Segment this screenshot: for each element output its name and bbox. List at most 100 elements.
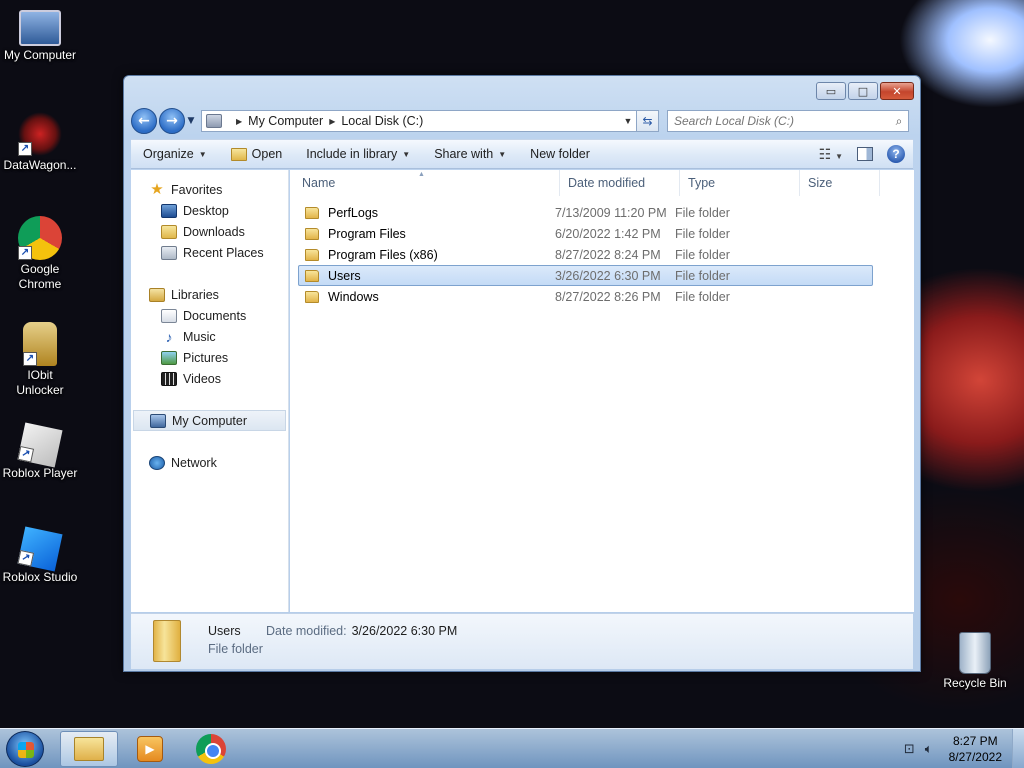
speaker-icon[interactable]: 🔈︎	[925, 742, 933, 757]
desktop-icon-recycle-bin[interactable]: Recycle Bin	[935, 632, 1015, 691]
file-list: ▲ Name Date modified Type Size PerfLogs …	[290, 170, 914, 612]
file-date: 8/27/2022 8:24 PM	[555, 247, 661, 262]
file-row-perflogs[interactable]: PerfLogs 7/13/2009 11:20 PM File folder	[298, 202, 873, 223]
view-options-icon[interactable]: ☷ ▼	[819, 146, 843, 163]
file-type: File folder	[675, 289, 730, 304]
minimize-button[interactable]: ▭	[816, 82, 846, 100]
column-type[interactable]: Type	[680, 170, 800, 196]
drive-icon	[206, 114, 222, 128]
chrome-icon: ↗	[18, 216, 62, 260]
file-row-windows[interactable]: Windows 8/27/2022 8:26 PM File folder	[298, 286, 873, 307]
nav-recent-places[interactable]: Recent Places	[131, 242, 288, 263]
back-button[interactable]: ←	[131, 108, 157, 134]
desktop-icon-datawagon[interactable]: ↗ DataWagon...	[0, 112, 80, 173]
address-bar[interactable]: ▶ My Computer ▶ Local Disk (C:) ▼	[201, 110, 637, 132]
new-folder-button[interactable]: New folder	[518, 140, 602, 168]
music-note-icon: ♪	[165, 328, 173, 345]
desktop-icon-google-chrome[interactable]: ↗ Google Chrome	[0, 216, 80, 292]
open-button[interactable]: Open	[219, 140, 295, 168]
nav-libraries[interactable]: Libraries	[131, 284, 288, 305]
roblox-icon: ↗	[17, 422, 63, 468]
file-row-program-files[interactable]: Program Files 6/20/2022 1:42 PM File fol…	[298, 223, 873, 244]
recycle-bin-icon	[959, 632, 991, 674]
nav-label: Videos	[183, 371, 221, 386]
desktop-icon-iobit-unlocker[interactable]: ↗ IObit Unlocker	[0, 322, 80, 398]
preview-pane-icon[interactable]	[857, 147, 873, 161]
taskbar-media-player-button[interactable]: ▶	[121, 731, 179, 767]
file-row-program-files-x86[interactable]: Program Files (x86) 8/27/2022 8:24 PM Fi…	[298, 244, 873, 265]
file-date: 8/27/2022 8:26 PM	[555, 289, 661, 304]
help-icon[interactable]: ?	[887, 145, 905, 163]
desktop-icon-roblox-player[interactable]: ↗ Roblox Player	[0, 422, 80, 481]
documents-icon	[161, 308, 177, 323]
search-input[interactable]	[674, 114, 890, 128]
file-type: File folder	[675, 247, 730, 262]
chevron-right-icon[interactable]: ▶	[236, 117, 242, 126]
computer-icon	[19, 10, 61, 46]
media-player-icon: ▶	[137, 736, 163, 762]
taskbar-explorer-button[interactable]	[60, 731, 118, 767]
nav-videos[interactable]: Videos	[131, 368, 288, 389]
maximize-button[interactable]: □	[848, 82, 878, 100]
taskbar: ▶ ⊡ 🔈︎ 8:27 PM 8/27/2022	[0, 728, 1024, 768]
chevron-down-icon: ▼	[498, 149, 507, 159]
desktop-icon-roblox-studio[interactable]: ↗ Roblox Studio	[0, 526, 80, 585]
column-label: Type	[688, 176, 716, 190]
chevron-down-icon: ▼	[198, 149, 207, 159]
file-name-cell: PerfLogs	[299, 206, 555, 220]
breadcrumb-my-computer[interactable]: My Computer	[248, 114, 323, 128]
open-label: Open	[251, 147, 283, 161]
folder-icon	[305, 269, 319, 282]
share-with-button[interactable]: Share with ▼	[422, 140, 518, 168]
breadcrumb-local-disk[interactable]: Local Disk (C:)	[341, 114, 423, 128]
nav-my-computer[interactable]: My Computer	[133, 410, 286, 431]
column-date-modified[interactable]: Date modified	[560, 170, 680, 196]
include-in-library-button[interactable]: Include in library ▼	[294, 140, 422, 168]
column-label: Size	[808, 176, 833, 190]
close-button[interactable]: ✕	[880, 82, 914, 100]
chevron-down-icon[interactable]: ▼	[620, 116, 636, 126]
file-row-users[interactable]: Users 3/26/2022 6:30 PM File folder	[298, 265, 873, 286]
file-name: Program Files (x86)	[328, 247, 438, 262]
shortcut-arrow-icon: ↗	[17, 445, 35, 463]
nav-favorites[interactable]: ★ Favorites	[131, 179, 288, 200]
network-status-icon[interactable]: ⊡	[904, 742, 915, 757]
nav-downloads[interactable]: Downloads	[131, 221, 288, 242]
search-box[interactable]: ⌕	[667, 110, 909, 132]
details-pane: Users File folder Date modified: 3/26/202…	[131, 613, 913, 669]
clock[interactable]: 8:27 PM 8/27/2022	[949, 733, 1002, 765]
folder-icon	[305, 290, 319, 303]
downloads-folder-icon	[161, 224, 177, 239]
column-header: ▲ Name Date modified Type Size	[290, 170, 914, 196]
chevron-right-icon[interactable]: ▶	[329, 117, 335, 126]
folder-icon	[305, 206, 319, 219]
include-label: Include in library	[306, 147, 398, 161]
show-desktop-button[interactable]	[1012, 729, 1024, 768]
new-folder-label: New folder	[530, 147, 590, 161]
desktop-icon-my-computer[interactable]: My Computer	[0, 10, 80, 63]
nav-label: Pictures	[183, 350, 229, 365]
navigation-pane: ★ Favorites Desktop Downloads Recent Pla…	[131, 170, 289, 612]
taskbar-chrome-button[interactable]	[182, 731, 240, 767]
nav-documents[interactable]: Documents	[131, 305, 288, 326]
refresh-button[interactable]: ⇆	[637, 110, 659, 132]
address-row: ← → ▼ ▶ My Computer ▶ Local Disk (C:) ▼ …	[131, 107, 913, 135]
organize-button[interactable]: Organize ▼	[131, 140, 219, 168]
nav-network[interactable]: Network	[131, 452, 288, 473]
column-size[interactable]: Size	[800, 170, 880, 196]
start-button[interactable]	[6, 731, 44, 767]
nav-desktop[interactable]: Desktop	[131, 200, 288, 221]
command-bar: Organize ▼ Open Include in library ▼ Sha…	[131, 139, 913, 169]
recent-pages-dropdown[interactable]: ▼	[185, 116, 197, 126]
nav-label: Documents	[183, 308, 247, 323]
recent-places-icon	[161, 245, 177, 260]
nav-pictures[interactable]: Pictures	[131, 347, 288, 368]
nav-music[interactable]: ♪ Music	[131, 326, 288, 347]
search-icon[interactable]: ⌕	[890, 114, 908, 129]
forward-button[interactable]: →	[159, 108, 185, 134]
caption-buttons: ▭ □ ✕	[816, 82, 914, 100]
details-name: Users	[208, 624, 241, 638]
file-date: 6/20/2022 1:42 PM	[555, 226, 661, 241]
file-rows: PerfLogs 7/13/2009 11:20 PM File folder …	[298, 202, 873, 307]
column-name[interactable]: ▲ Name	[290, 170, 560, 196]
